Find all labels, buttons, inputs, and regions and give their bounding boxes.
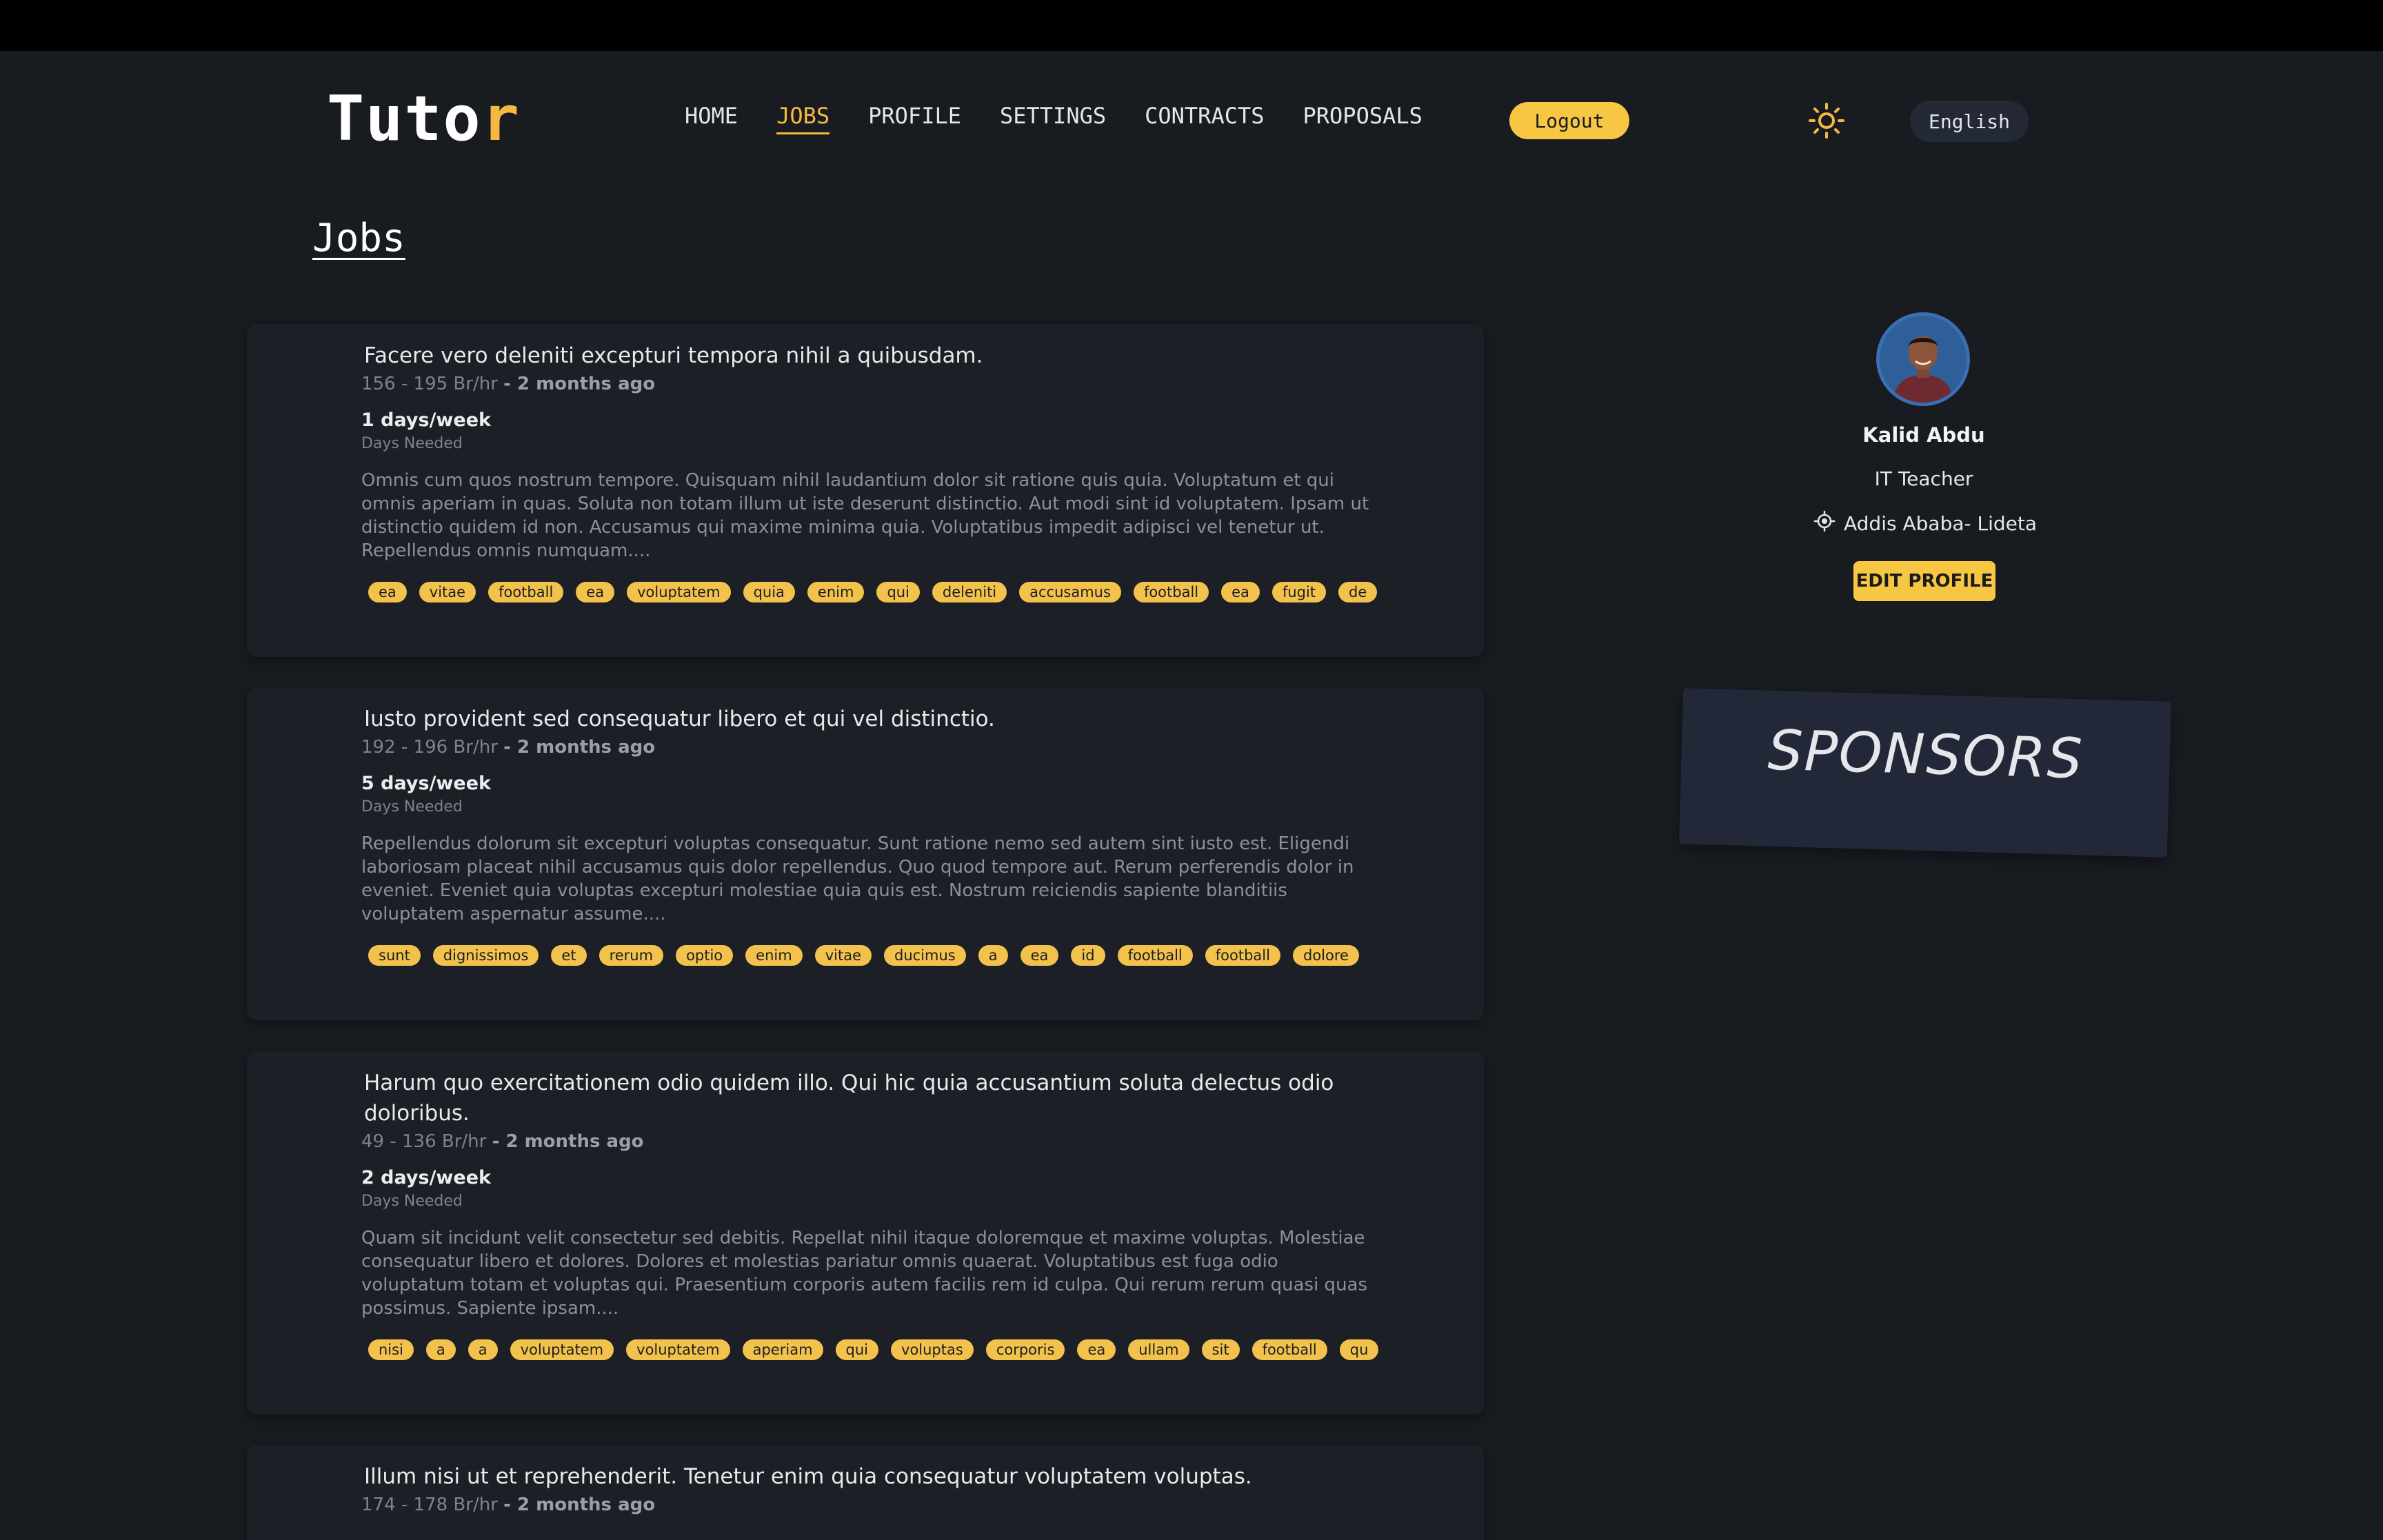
job-card[interactable]: Illum nisi ut et reprehenderit. Tenetur … [247, 1445, 1484, 1540]
page-title: Jobs [312, 216, 405, 261]
job-days: 5 days/week [361, 773, 491, 794]
job-rate: 156 - 195 Br/hr [361, 374, 498, 394]
job-title[interactable]: Harum quo exercitationem odio quidem ill… [364, 1068, 1382, 1128]
tag[interactable]: ea [1221, 582, 1260, 602]
tag[interactable]: accusamus [1019, 582, 1121, 602]
sponsors-title: SPONSORS [1767, 718, 2084, 791]
nav-contracts[interactable]: CONTRACTS [1145, 105, 1264, 134]
tag[interactable]: sit [1201, 1339, 1240, 1360]
avatar[interactable] [1876, 312, 1970, 406]
tag[interactable]: fugit [1271, 582, 1327, 602]
tag[interactable]: sunt [368, 945, 421, 966]
job-days-label: Days Needed [361, 798, 463, 815]
tag[interactable]: quia [743, 582, 795, 602]
tag[interactable]: qui [835, 1339, 879, 1360]
language-selector[interactable]: English [1910, 101, 2029, 142]
tag[interactable]: qu [1339, 1339, 1379, 1360]
location-text: Addis Ababa- Lideta [1844, 512, 2038, 535]
tag[interactable]: rerum [599, 945, 664, 966]
tag[interactable]: enim [807, 582, 865, 602]
job-rate: 49 - 136 Br/hr [361, 1131, 487, 1152]
tag[interactable]: ullam [1128, 1339, 1189, 1360]
job-meta: 156 - 195 Br/hr - 2 months ago [361, 374, 1382, 394]
job-tags: ea vitae football ea voluptatem quia eni… [361, 582, 1386, 602]
tag[interactable]: dolore [1292, 945, 1359, 966]
logout-button[interactable]: Logout [1509, 102, 1629, 139]
job-days: 1 days/week [361, 409, 491, 431]
job-card[interactable]: Facere vero deleniti excepturi tempora n… [247, 324, 1484, 657]
location-icon [1813, 510, 1836, 537]
tag[interactable]: enim [745, 945, 803, 966]
job-days-label: Days Needed [361, 1193, 463, 1210]
profile-name: Kalid Abdu [1862, 423, 1985, 447]
tag[interactable]: a [425, 1339, 456, 1360]
job-card[interactable]: Harum quo exercitationem odio quidem ill… [247, 1051, 1484, 1415]
tag[interactable]: de [1338, 582, 1378, 602]
job-posted: - 2 months ago [503, 1495, 656, 1515]
tag[interactable]: voluptatem [510, 1339, 614, 1360]
tag[interactable]: football [1251, 1339, 1327, 1360]
tag[interactable]: ea [368, 582, 407, 602]
tag[interactable]: id [1071, 945, 1105, 966]
nav-jobs[interactable]: JOBS [776, 105, 830, 134]
tag[interactable]: voluptatem [626, 1339, 730, 1360]
sponsors-card: SPONSORS [1678, 688, 2172, 858]
tag[interactable]: dignissimos [432, 945, 539, 966]
tag[interactable]: a [978, 945, 1008, 966]
job-rate: 174 - 178 Br/hr [361, 1495, 498, 1515]
tag[interactable]: ea [1077, 1339, 1116, 1360]
job-card[interactable]: Iusto provident sed consequatur libero e… [247, 687, 1484, 1020]
job-description: Omnis cum quos nostrum tempore. Quisquam… [361, 470, 1369, 561]
job-meta: 192 - 196 Br/hr - 2 months ago [361, 737, 1382, 758]
tag[interactable]: vitae [419, 582, 476, 602]
tag[interactable]: ducimus [884, 945, 966, 966]
tag[interactable]: nisi [368, 1339, 414, 1360]
tag[interactable]: football [1133, 582, 1209, 602]
profile-location: Addis Ababa- Lideta [1813, 510, 2062, 537]
job-posted: - 2 months ago [503, 737, 656, 758]
logo[interactable]: Tutor [327, 88, 521, 150]
main-nav: HOME JOBS PROFILE SETTINGS CONTRACTS PRO… [685, 105, 1422, 134]
tag[interactable]: corporis [985, 1339, 1065, 1360]
tag[interactable]: football [1117, 945, 1193, 966]
job-meta: 174 - 178 Br/hr - 2 months ago [361, 1495, 1382, 1515]
tag[interactable]: et [551, 945, 587, 966]
nav-settings[interactable]: SETTINGS [1000, 105, 1106, 134]
tag[interactable]: vitae [814, 945, 872, 966]
tag[interactable]: voluptatem [627, 582, 731, 602]
tag[interactable]: voluptas [891, 1339, 974, 1360]
edit-profile-button[interactable]: EDIT PROFILE [1853, 561, 1995, 601]
job-posted: - 2 months ago [503, 374, 656, 394]
tag[interactable]: aperiam [742, 1339, 823, 1360]
job-meta: 49 - 136 Br/hr - 2 months ago [361, 1131, 1382, 1152]
tag[interactable]: ea [576, 582, 615, 602]
job-posted: - 2 months ago [492, 1131, 644, 1152]
job-description: Quam sit incidunt velit consectetur sed … [361, 1228, 1368, 1319]
tag[interactable]: football [488, 582, 564, 602]
job-days-label: Days Needed [361, 435, 463, 452]
nav-home[interactable]: HOME [685, 105, 738, 134]
tag[interactable]: deleniti [932, 582, 1007, 602]
profile-role: IT Teacher [1874, 467, 1973, 490]
tag[interactable]: ea [1020, 945, 1059, 966]
job-title[interactable]: Illum nisi ut et reprehenderit. Tenetur … [364, 1461, 1382, 1492]
job-days: 2 days/week [361, 1167, 491, 1188]
job-description: Repellendus dolorum sit excepturi volupt… [361, 833, 1354, 924]
nav-proposals[interactable]: PROPOSALS [1303, 105, 1422, 134]
tag[interactable]: football [1205, 945, 1280, 966]
tag[interactable]: a [467, 1339, 498, 1360]
nav-profile[interactable]: PROFILE [868, 105, 961, 134]
job-rate: 192 - 196 Br/hr [361, 737, 498, 758]
tag[interactable]: qui [876, 582, 920, 602]
tag[interactable]: optio [676, 945, 734, 966]
sun-icon[interactable] [1808, 102, 1845, 139]
job-title[interactable]: Iusto provident sed consequatur libero e… [364, 704, 1382, 734]
top-bar [0, 0, 2383, 51]
job-tags: nisi a a voluptatem voluptatem aperiam q… [361, 1339, 1386, 1360]
job-tags: sunt dignissimos et rerum optio enim vit… [361, 945, 1386, 966]
job-title[interactable]: Facere vero deleniti excepturi tempora n… [364, 341, 1382, 371]
